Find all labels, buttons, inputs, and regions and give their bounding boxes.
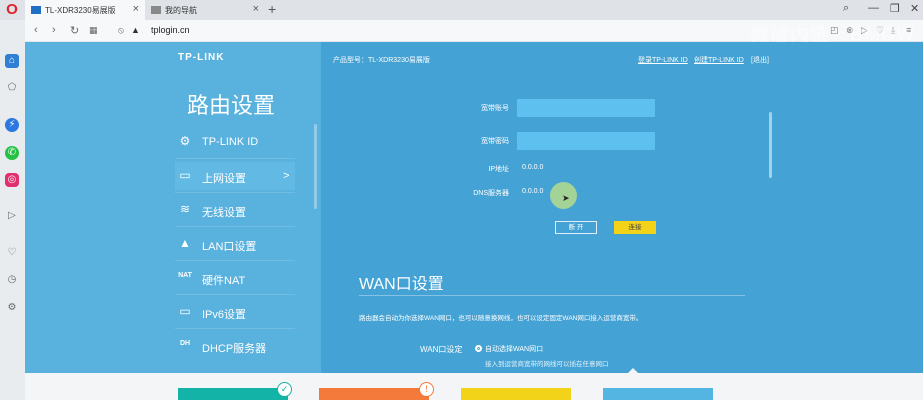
divider — [175, 260, 295, 261]
divider — [175, 192, 295, 193]
wan-setting-label: WAN口设定 — [420, 345, 463, 354]
menu-label: 硬件NAT — [202, 275, 246, 287]
dns-value: 0.0.0.0 — [522, 188, 544, 195]
send-icon[interactable]: ▷ — [5, 209, 19, 223]
heart-icon[interactable]: ♡ — [5, 246, 19, 260]
auto-wan-option-label: 自动选择WAN网口 — [485, 346, 544, 353]
new-tab-button[interactable]: + — [268, 1, 276, 17]
reload-icon[interactable]: ↻ — [70, 24, 79, 37]
ip-value: 0.0.0.0 — [522, 164, 544, 171]
home-icon[interactable]: ⌂ — [5, 54, 19, 68]
divider — [175, 226, 295, 227]
opera-logo-icon[interactable]: O — [4, 2, 20, 18]
check-icon: ✓ — [277, 382, 292, 397]
dns-label: DNS服务器 — [473, 190, 509, 197]
back-icon[interactable]: ‹ — [34, 24, 38, 36]
tab-navigation[interactable]: 我的导航 × — [145, 0, 265, 20]
wan-description: 路由器会自动为你选择WAN网口，也可以随意换网线，也可以设定固定WAN网口接入运… — [359, 315, 643, 322]
account-input[interactable] — [517, 99, 655, 117]
tab-router[interactable]: TL-XDR3230易展版 × — [25, 0, 145, 20]
ipv6-icon: ▭ — [179, 304, 191, 318]
create-tplink-id-link[interactable]: 创建TP-LINK ID — [694, 55, 744, 65]
menu-item-lan[interactable]: ▲ LAN口设置 — [175, 230, 295, 258]
grid-icon[interactable]: ▦ — [89, 25, 98, 36]
status-card-internet[interactable] — [178, 388, 288, 400]
selection-notch — [627, 368, 639, 374]
sidebar-scrollbar[interactable] — [314, 124, 317, 209]
mouse-pointer-icon: ➤ — [562, 193, 570, 203]
not-secure-icon[interactable]: ▲ — [131, 25, 140, 35]
url-input[interactable]: tplogin.cn — [151, 25, 190, 35]
monitor-icon: ▭ — [179, 168, 191, 182]
router-sidebar: TP-LINK 路由设置 ⚙ TP-LINK ID ▭ 上网设置 > ≋ 无线设… — [25, 42, 321, 400]
instagram-icon[interactable]: ◎ — [5, 173, 19, 187]
divider — [175, 158, 295, 159]
password-input[interactable] — [517, 132, 655, 150]
login-tplink-id-link[interactable]: 登录TP-LINK ID — [638, 55, 688, 65]
disconnect-button[interactable]: 断 开 — [555, 221, 597, 234]
close-window-button[interactable]: ✕ — [910, 2, 919, 15]
warning-icon: ! — [419, 382, 434, 397]
account-label: 宽带账号 — [481, 105, 509, 112]
tplink-logo: TP-LINK — [178, 52, 225, 63]
product-model: 产品型号：TL-XDR3230易展版 — [333, 57, 430, 64]
connect-button[interactable]: 连接 — [614, 221, 656, 234]
divider — [175, 294, 295, 295]
dhcp-icon: DH — [179, 340, 191, 347]
history-icon[interactable]: ◷ — [5, 273, 19, 287]
tplink-favicon-icon — [31, 6, 41, 14]
divider — [175, 328, 295, 329]
grid-favicon-icon — [151, 6, 161, 14]
wifi-icon: ≋ — [179, 202, 191, 216]
menu-item-dhcp[interactable]: DH DHCP服务器 — [175, 332, 295, 360]
menu-label: 无线设置 — [202, 207, 246, 219]
minimize-button[interactable]: — — [868, 2, 879, 14]
menu-label: 上网设置 — [202, 173, 246, 185]
menu-item-ipv6[interactable]: ▭ IPv6设置 — [175, 298, 295, 326]
wan-hint: 接入到运营商宽带的网线可以插在任意网口 — [485, 361, 609, 368]
menu-item-internet[interactable]: ▭ 上网设置 > — [175, 162, 295, 190]
menu-item-nat[interactable]: NAT 硬件NAT — [175, 264, 295, 292]
status-card-devices[interactable] — [603, 388, 713, 400]
divider — [359, 295, 745, 296]
main-scrollbar[interactable] — [769, 112, 772, 178]
auto-wan-radio[interactable] — [475, 345, 482, 352]
menu-label: LAN口设置 — [202, 241, 257, 253]
wan-section-title: WAN口设置 — [359, 276, 444, 293]
search-icon[interactable]: ⌕ — [843, 2, 849, 15]
menu-item-wireless[interactable]: ≋ 无线设置 — [175, 196, 295, 224]
menu-item-tplink-id[interactable]: ⚙ TP-LINK ID — [175, 128, 295, 156]
messenger-icon[interactable]: ⚡ — [5, 118, 19, 132]
tab-close-icon[interactable]: × — [253, 3, 259, 15]
tab-label: 我的导航 — [165, 5, 197, 15]
menu-label: DHCP服务器 — [202, 343, 267, 355]
tab-label: TL-XDR3230易展版 — [45, 5, 116, 15]
page-title: 路由设置 — [187, 94, 276, 119]
browser-sidebar: ⌂ ⬠ ⚡ ✆ ◎ ▷ ♡ ◷ ⚙ — [0, 20, 25, 400]
bookmark-icon[interactable]: ⬠ — [5, 81, 19, 95]
maximize-button[interactable]: ❐ — [890, 2, 900, 15]
menu-label: TP-LINK ID — [202, 136, 259, 148]
menu-label: IPv6设置 — [202, 309, 247, 321]
tab-close-icon[interactable]: × — [133, 3, 139, 15]
status-card-wireless[interactable] — [461, 388, 571, 400]
forward-icon[interactable]: › — [52, 24, 56, 36]
router-admin-page: TP-LINK 路由设置 ⚙ TP-LINK ID ▭ 上网设置 > ≋ 无线设… — [25, 42, 923, 400]
status-card-router[interactable] — [319, 388, 429, 400]
logout-link[interactable]: [退出] — [751, 55, 769, 65]
ip-label: IP地址 — [488, 166, 509, 173]
gear-icon: ⚙ — [179, 134, 191, 148]
nat-icon: NAT — [178, 272, 192, 279]
whatsapp-icon[interactable]: ✆ — [5, 146, 19, 160]
lan-icon: ▲ — [179, 236, 191, 250]
chevron-right-icon: > — [283, 170, 290, 182]
tab-bar: O TL-XDR3230易展版 × 我的导航 × + ⌕ — ❐ ✕ — [0, 0, 923, 20]
password-label: 宽带密码 — [481, 138, 509, 145]
shield-icon: ⦸ — [118, 25, 124, 35]
settings-icon[interactable]: ⚙ — [5, 301, 19, 315]
